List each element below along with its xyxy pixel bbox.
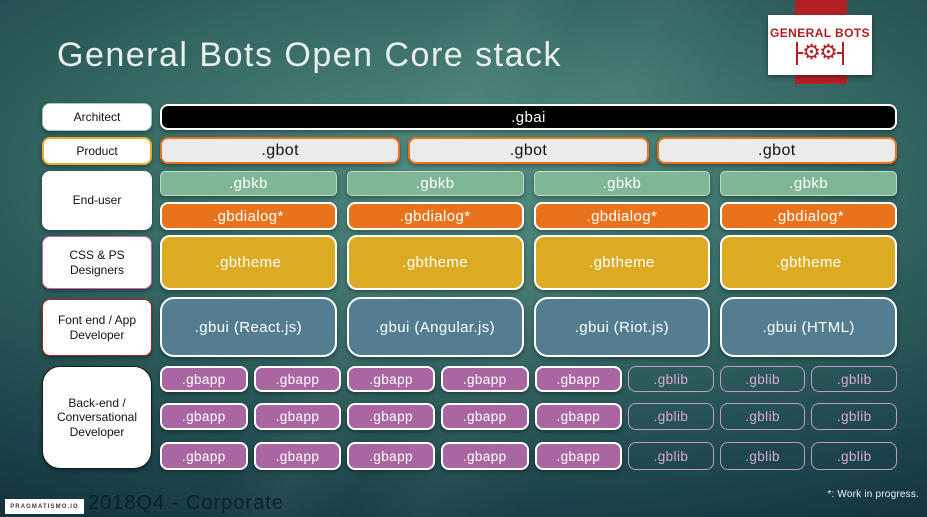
backend-box: .gblib	[719, 442, 806, 470]
backend-box: .gbapp	[347, 403, 435, 430]
backend-box: .gbapp	[440, 366, 529, 392]
backend-box: .gbapp	[440, 442, 529, 470]
gear-pipe-right	[841, 41, 845, 65]
gbot-box: .gbot	[408, 137, 649, 164]
gbui-box: .gbui (React.js)	[160, 297, 337, 357]
gbkb-box: .gbkb	[346, 171, 524, 196]
gbkb-box: .gbkb	[720, 171, 897, 196]
backend-box: .gblib	[811, 403, 897, 430]
pragmatismo-badge: PRAGMATISMO.IO	[5, 499, 84, 514]
logo-brand-text: GENERAL BOTS	[770, 25, 870, 40]
gbui-row: .gbui (React.js) .gbui (Angular.js) .gbui …	[160, 297, 897, 357]
gbtheme-box: .gbtheme	[346, 235, 524, 290]
backend-row-1: .gbapp .gbapp .gbapp .gbapp .gbapp .gblib .gbl…	[160, 366, 897, 392]
gbot-row: .gbot .gbot .gbot	[160, 137, 897, 164]
backend-box: .gblib	[719, 366, 806, 392]
backend-box: .gblib	[628, 403, 714, 430]
gbdialog-box: .gbdialog*	[720, 202, 897, 230]
backend-box: .gbapp	[440, 403, 529, 430]
gbui-box: .gbui (Angular.js)	[346, 297, 524, 357]
role-label-end-user: End-user	[42, 171, 152, 230]
backend-box: .gbapp	[160, 403, 248, 430]
backend-box: .gbapp	[534, 442, 623, 470]
gbtheme-box: .gbtheme	[720, 235, 897, 290]
backend-row-3: .gbapp .gbapp .gbapp .gbapp .gbapp .gblib .gbl…	[160, 442, 897, 470]
gbdialog-box: .gbdialog*	[346, 202, 524, 230]
gbui-box: .gbui (HTML)	[720, 297, 897, 357]
backend-box: .gblib	[811, 442, 897, 470]
gear-icon: ⚙	[819, 41, 838, 64]
gbdialog-box: .gbdialog*	[160, 202, 337, 230]
backend-box: .gbapp	[347, 366, 435, 392]
backend-box: .gblib	[628, 366, 714, 392]
gbdialog-row: .gbdialog* .gbdialog* .gbdialog* .gbdialog*	[160, 202, 897, 230]
general-bots-logo: GENERAL BOTS ⚙ ⚙	[768, 15, 872, 75]
backend-box: .gbapp	[534, 366, 623, 392]
gbai-box: .gbai	[160, 104, 897, 130]
role-label-designers: CSS & PS Designers	[42, 236, 152, 289]
gbui-box: .gbui (Riot.js)	[533, 297, 711, 357]
gbkb-row: .gbkb .gbkb .gbkb .gbkb	[160, 171, 897, 196]
backend-box: .gbapp	[160, 366, 248, 392]
backend-box: .gbapp	[253, 442, 342, 470]
role-label-frontend-developer: Font end / App Developer	[42, 299, 152, 356]
gbdialog-box: .gbdialog*	[533, 202, 711, 230]
backend-box: .gbapp	[534, 403, 623, 430]
gbkb-box: .gbkb	[160, 171, 337, 196]
page-title: General Bots Open Core stack	[57, 36, 563, 74]
gbtheme-box: .gbtheme	[533, 235, 711, 290]
gbtheme-row: .gbtheme .gbtheme .gbtheme .gbtheme	[160, 235, 897, 290]
backend-box: .gbapp	[347, 442, 435, 470]
gbot-box: .gbot	[160, 137, 401, 164]
role-label-product: Product	[42, 137, 152, 165]
gears-icon: ⚙ ⚙	[795, 41, 845, 65]
backend-box: .gblib	[719, 403, 806, 430]
gbtheme-box: .gbtheme	[160, 235, 337, 290]
backend-row-2: .gbapp .gbapp .gbapp .gbapp .gbapp .gblib .gbl…	[160, 403, 897, 430]
gbkb-box: .gbkb	[533, 171, 711, 196]
backend-box: .gbapp	[160, 442, 248, 470]
slide: General Bots Open Core stack GENERAL BOT…	[0, 0, 927, 517]
backend-box: .gblib	[811, 366, 897, 392]
role-label-backend-developer: Back-end / Conversational Developer	[42, 366, 152, 469]
work-in-progress-note: *: Work in progress.	[827, 489, 919, 500]
backend-box: .gblib	[628, 442, 714, 470]
gbot-box: .gbot	[656, 137, 897, 164]
footer-version-text: 2018Q4 - Corporate	[88, 492, 284, 514]
gbai-row: .gbai	[160, 104, 897, 130]
role-label-architect: Architect	[42, 103, 152, 131]
backend-box: .gbapp	[253, 366, 342, 392]
backend-box: .gbapp	[253, 403, 342, 430]
